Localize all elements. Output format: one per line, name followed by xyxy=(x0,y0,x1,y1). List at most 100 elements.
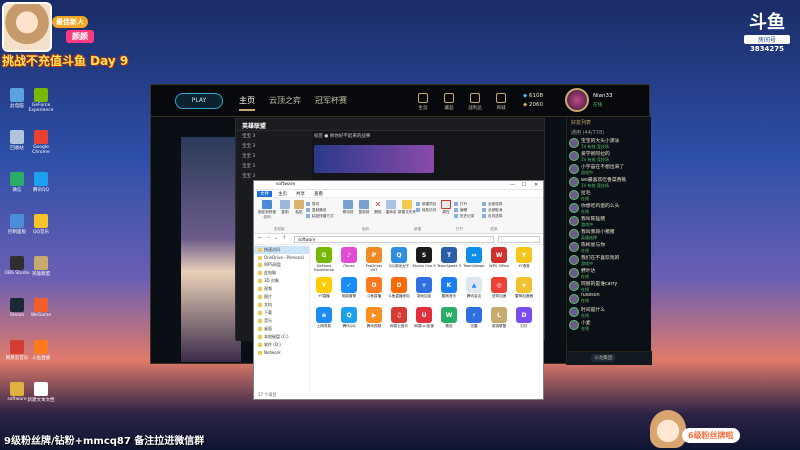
assistant-row[interactable]: 宝宝 3 xyxy=(236,141,312,151)
nav-item[interactable]: 快速访问 xyxy=(254,246,309,254)
file-item[interactable]: Q QQ游戏大厅 xyxy=(387,247,411,272)
properties-button[interactable]: 属性 xyxy=(440,200,452,215)
nav-item[interactable]: OneDrive - Personal xyxy=(254,254,309,261)
file-item[interactable]: S Studio One 5 xyxy=(412,247,436,272)
nav-item[interactable]: 下载 xyxy=(254,309,309,317)
file-item[interactable]: L 英雄联盟 xyxy=(487,307,511,332)
file-item[interactable]: D 斗鱼直播伴侣 xyxy=(387,277,411,302)
file-item[interactable]: ✓ 电脑管家 xyxy=(337,277,361,302)
close-icon[interactable]: ✕ xyxy=(534,182,538,188)
file-item[interactable]: U 网易UU加速 xyxy=(412,307,436,332)
file-item[interactable]: W 微信 xyxy=(437,307,461,332)
paste-shortcut-button[interactable]: 粘贴快捷方式 xyxy=(306,214,334,219)
desktop-icon[interactable]: GeForce Experience xyxy=(26,88,56,113)
friend-item[interactable]: 我们在不喜欢戏的 游戏中 xyxy=(567,254,651,267)
up-icon[interactable]: ↑ xyxy=(282,235,286,241)
friend-item[interactable]: fuseson 在线 xyxy=(567,293,651,306)
chevron-down-icon[interactable]: ⌄ xyxy=(274,235,278,241)
menu-share[interactable]: 共享 xyxy=(296,191,305,197)
edit-button[interactable]: 编辑 xyxy=(454,208,467,213)
file-item[interactable]: ▲ 腾讯会议 xyxy=(462,277,486,302)
file-item[interactable]: + 游戏加加 xyxy=(412,277,436,302)
nav-item[interactable]: 软件 (D:) xyxy=(254,341,309,349)
file-item[interactable]: Y YY语音 xyxy=(512,247,536,272)
select-none-button[interactable]: 全部取消 xyxy=(482,208,502,213)
cut-button[interactable]: 剪切 xyxy=(306,202,319,207)
copy-button[interactable]: 复制 xyxy=(278,200,292,215)
file-item[interactable]: D 钉钉 xyxy=(512,307,536,332)
nav-item[interactable]: 本地磁盘 (C:) xyxy=(254,333,309,341)
file-item[interactable]: T TeamSpeak 3 xyxy=(437,247,461,272)
maximize-icon[interactable]: ☐ xyxy=(522,182,526,188)
tab-tft[interactable]: 云顶之弈 xyxy=(269,95,301,106)
file-item[interactable]: ★ 雷神加速器 xyxy=(512,277,536,302)
friend-item[interactable]: wo最喜欢吃香菜香蕉 1V 有效·竞技场 xyxy=(567,176,651,189)
nav-item[interactable]: Network xyxy=(254,349,309,356)
menu-home[interactable]: 主页 xyxy=(278,191,287,197)
friend-item[interactable]: 小麦 在线 xyxy=(567,319,651,332)
history-button[interactable]: 历史记录 xyxy=(454,214,474,219)
back-icon[interactable]: ← xyxy=(258,235,262,241)
copy-to-button[interactable]: 复制到 xyxy=(356,200,372,215)
file-item[interactable]: P ProDriver V47 xyxy=(362,247,386,272)
file-item[interactable]: ▶ 腾讯视频 xyxy=(362,307,386,332)
friend-item[interactable]: 爱学新阿拉的 1V 有效·竞技场 xyxy=(567,150,651,163)
new-item-button[interactable]: 新建项目 xyxy=(416,202,436,207)
select-all-button[interactable]: 全部选择 xyxy=(482,202,502,207)
friend-item[interactable]: 拉毛 在线 xyxy=(567,189,651,202)
file-item[interactable]: W WPS Office xyxy=(487,247,511,272)
friend-item[interactable]: 阿丽的是谁carry 在线 xyxy=(567,280,651,293)
summoner-avatar[interactable] xyxy=(565,88,589,112)
file-item[interactable]: G GeForce Experience xyxy=(312,247,336,272)
friend-item[interactable]: 小宇宙在不想出来了 游戏中 xyxy=(567,163,651,176)
nav-item[interactable]: 视频 xyxy=(254,285,309,293)
forward-icon[interactable]: → xyxy=(266,235,270,241)
file-item[interactable]: ↔ TeamViewer xyxy=(462,247,486,272)
friend-item[interactable]: 时间是什么 在线 xyxy=(567,306,651,319)
file-item[interactable]: ◎ 全球加速 xyxy=(487,277,511,302)
nav-item[interactable]: 音乐 xyxy=(254,317,309,325)
easy-access-button[interactable]: 轻松访问 xyxy=(416,208,436,213)
file-item[interactable]: D 斗鱼直播 xyxy=(362,277,386,302)
collection-icon-button[interactable]: 藏品 xyxy=(439,93,459,111)
menu-file[interactable]: 文件 xyxy=(257,191,272,197)
new-folder-button[interactable]: 新建文件夹 xyxy=(398,200,416,215)
desktop-icon[interactable]: 英雄联盟 xyxy=(26,256,56,277)
loot-icon-button[interactable]: 战利品 xyxy=(465,93,485,111)
search-input[interactable] xyxy=(498,236,540,243)
file-item[interactable]: e 上网导航 xyxy=(312,307,336,332)
file-item[interactable]: ♪ iTunes xyxy=(337,247,361,272)
file-item[interactable]: ♫ 网易云音乐 xyxy=(387,307,411,332)
desktop-icon[interactable]: 新建文本文档 xyxy=(26,382,56,403)
file-item[interactable]: ⚡ 迅雷 xyxy=(462,307,486,332)
move-to-button[interactable]: 移动到 xyxy=(340,200,356,215)
pin-quick-access-button[interactable]: 固定到快速访问 xyxy=(257,200,277,220)
copy-path-button[interactable]: 复制路径 xyxy=(306,208,326,213)
desktop-icon[interactable]: Google Chrome xyxy=(26,130,56,155)
friend-item[interactable]: 我叫陈猛猪 游戏中 xyxy=(567,215,651,228)
invert-selection-button[interactable]: 反向选择 xyxy=(482,214,502,219)
minimize-icon[interactable]: — xyxy=(510,182,515,188)
nav-item[interactable]: 3D 对象 xyxy=(254,277,309,285)
open-button[interactable]: 打开 xyxy=(454,202,467,207)
play-button[interactable]: PLAY xyxy=(175,93,223,109)
friend-item[interactable]: 宝宝的大头小源泳 1V 有效·竞技场 xyxy=(567,137,651,150)
friend-item[interactable]: 陈彬星与你 在线 xyxy=(567,241,651,254)
store-icon-button[interactable]: 商城 xyxy=(491,93,511,111)
assistant-row[interactable]: 宝宝 3 xyxy=(236,131,312,141)
nav-item[interactable]: 文档 xyxy=(254,301,309,309)
address-input[interactable]: software xyxy=(294,236,494,243)
nav-item[interactable]: 此电脑 xyxy=(254,269,309,277)
desktop-icon[interactable]: WeGame xyxy=(26,298,56,318)
paste-button[interactable]: 粘贴 xyxy=(292,200,306,215)
tab-clash[interactable]: 冠军杯赛 xyxy=(315,95,347,106)
assistant-row[interactable]: 宝宝 3 xyxy=(236,151,312,161)
tab-home[interactable]: 主页 xyxy=(239,95,255,111)
desktop-icon[interactable]: QQ音乐 xyxy=(26,214,56,235)
profile-icon-button[interactable]: 生涯 xyxy=(413,93,433,111)
file-item[interactable]: Q 腾讯QQ xyxy=(337,307,361,332)
friends-footer-label[interactable]: 斗龙集团 xyxy=(591,354,615,362)
menu-view[interactable]: 查看 xyxy=(314,191,323,197)
friends-group[interactable]: 通用 (44/778) xyxy=(567,127,651,137)
file-item[interactable]: K 酷狗音乐 xyxy=(437,277,461,302)
